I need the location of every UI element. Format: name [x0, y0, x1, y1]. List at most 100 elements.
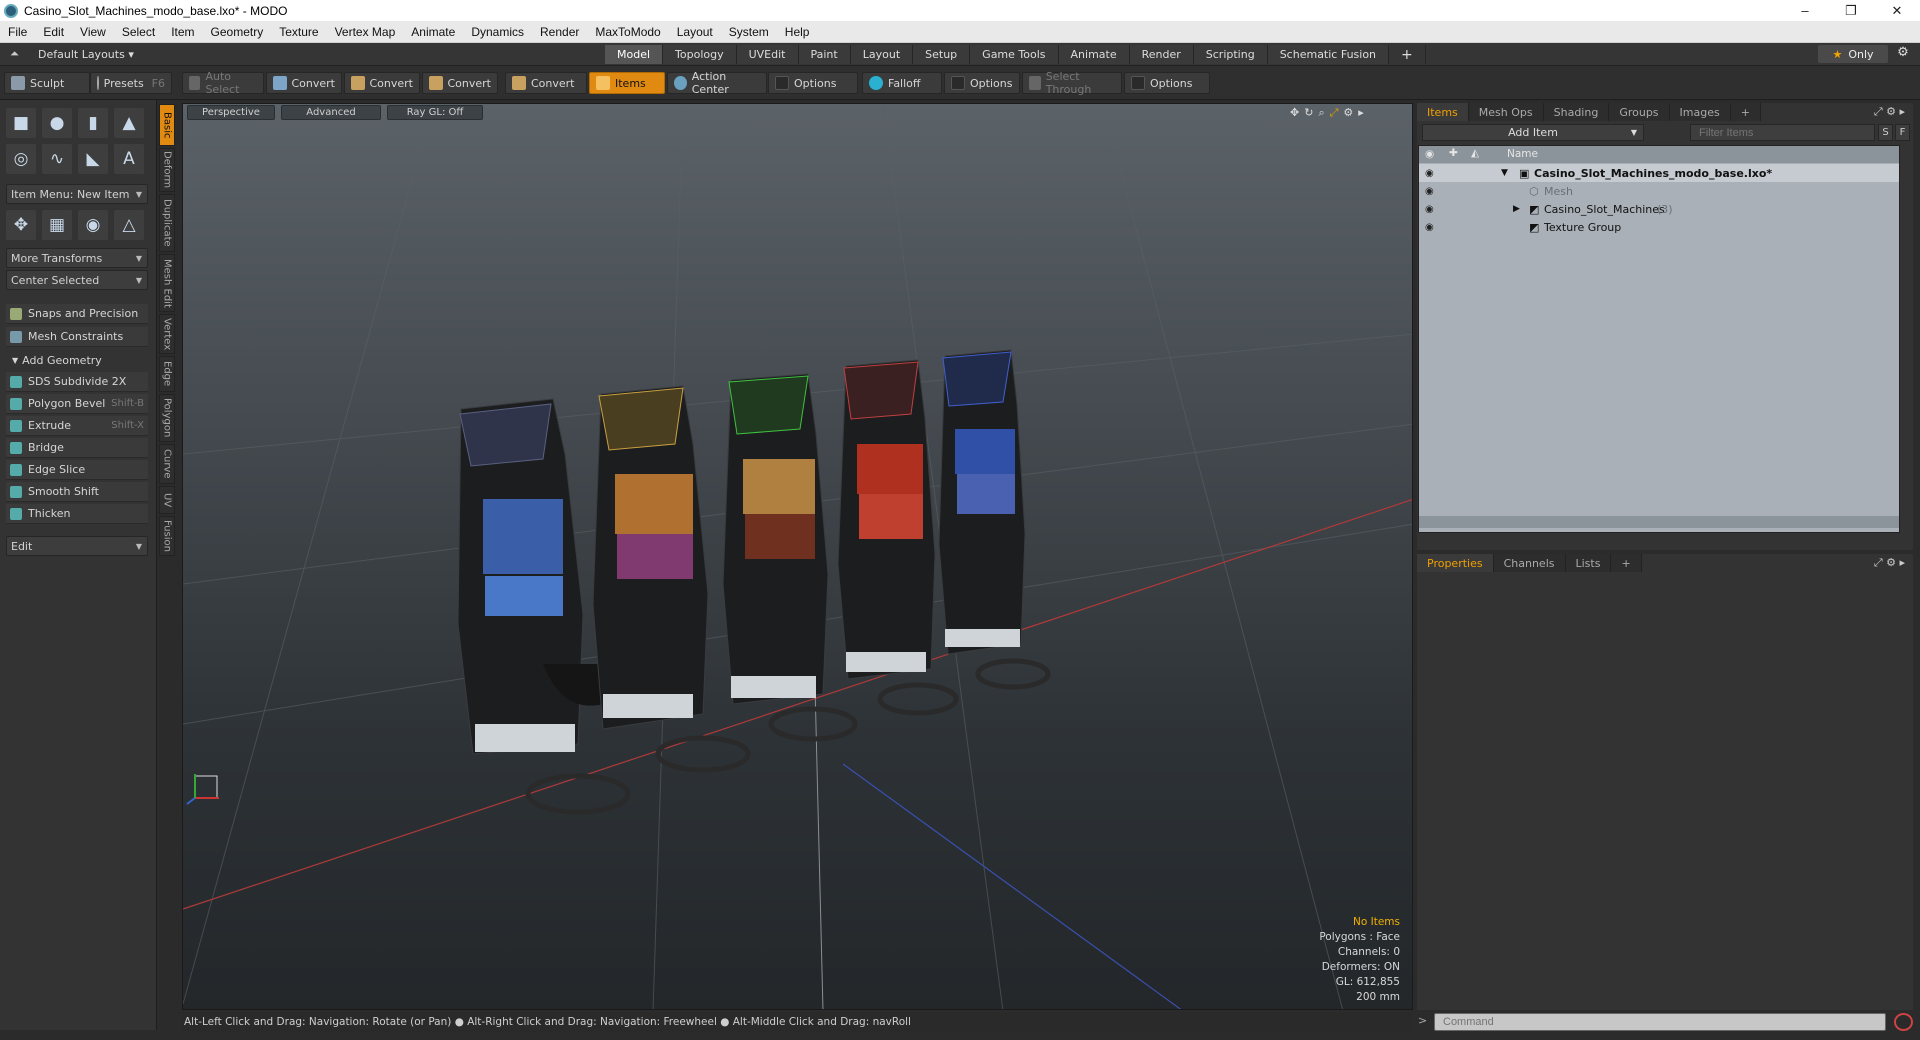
- tab-shading[interactable]: Shading: [1543, 103, 1610, 121]
- edit-dropdown[interactable]: Edit ▼: [6, 536, 148, 556]
- f-filter-button[interactable]: F: [1895, 124, 1910, 141]
- restore-button[interactable]: ❐: [1828, 0, 1874, 21]
- tab-groups[interactable]: Groups: [1609, 103, 1670, 121]
- vtab-deform[interactable]: Deform: [159, 148, 175, 192]
- tab-model[interactable]: Model: [605, 45, 664, 64]
- sphere-icon[interactable]: ●: [42, 108, 72, 138]
- vtab-polygon[interactable]: Polygon: [159, 394, 175, 442]
- grid-icon[interactable]: ▦: [42, 210, 72, 240]
- tab-uvedit[interactable]: UVEdit: [736, 45, 799, 64]
- fit-icon[interactable]: ⤢: [1330, 106, 1339, 120]
- menu-animate[interactable]: Animate: [403, 25, 463, 39]
- expand-arrow-icon[interactable]: ▶: [1513, 204, 1520, 214]
- command-input[interactable]: [1434, 1013, 1886, 1031]
- tab-topology[interactable]: Topology: [663, 45, 737, 64]
- pen-icon[interactable]: ◣: [78, 144, 108, 174]
- expand-arrow-icon[interactable]: ▼: [1501, 168, 1508, 178]
- edge-slice-button[interactable]: Edge Slice: [6, 460, 148, 480]
- vtab-uv[interactable]: UV: [159, 486, 175, 514]
- menu-edit[interactable]: Edit: [35, 25, 72, 39]
- extrude-button[interactable]: Extrude Shift-X: [6, 416, 148, 436]
- tab-setup[interactable]: Setup: [913, 45, 971, 64]
- menu-view[interactable]: View: [72, 25, 114, 39]
- select-through-options-button[interactable]: Options: [1124, 72, 1210, 94]
- filter-items-input[interactable]: [1690, 124, 1875, 141]
- vtab-curve[interactable]: Curve: [159, 444, 175, 484]
- item-menu-dropdown[interactable]: Item Menu: New Item ▼: [6, 184, 148, 204]
- minimize-button[interactable]: –: [1782, 0, 1828, 21]
- eye-icon[interactable]: ◉: [1425, 204, 1434, 215]
- advanced-button[interactable]: Advanced: [281, 105, 381, 120]
- polygon-bevel-button[interactable]: Polygon Bevel Shift-B: [6, 394, 148, 414]
- vtab-mesh-edit[interactable]: Mesh Edit: [159, 254, 175, 312]
- tab-layout[interactable]: Layout: [850, 45, 914, 64]
- add-panel-tab-icon[interactable]: +: [1730, 103, 1761, 121]
- items-mode-button[interactable]: Items: [589, 72, 665, 94]
- convert-items-button[interactable]: Convert: [505, 72, 587, 94]
- perspective-button[interactable]: Perspective: [187, 105, 275, 120]
- vtab-fusion[interactable]: Fusion: [159, 516, 175, 556]
- menu-system[interactable]: System: [721, 25, 777, 39]
- rotate-icon[interactable]: ↻: [1304, 106, 1313, 120]
- vtab-duplicate[interactable]: Duplicate: [159, 194, 175, 252]
- cylinder-icon[interactable]: ▮: [78, 108, 108, 138]
- tab-schematic-fusion[interactable]: Schematic Fusion: [1267, 45, 1390, 64]
- tab-lists[interactable]: Lists: [1565, 554, 1612, 572]
- transform-gizmo-icon[interactable]: ✥: [6, 210, 36, 240]
- eye-icon[interactable]: ◉: [1425, 186, 1434, 197]
- menu-dynamics[interactable]: Dynamics: [463, 25, 532, 39]
- globe-icon[interactable]: ◉: [78, 210, 108, 240]
- menu-geometry[interactable]: Geometry: [203, 25, 272, 39]
- falloff-options-button[interactable]: Options: [944, 72, 1020, 94]
- thicken-button[interactable]: Thicken: [6, 504, 148, 524]
- bridge-button[interactable]: Bridge: [6, 438, 148, 458]
- tab-animate[interactable]: Animate: [1058, 45, 1130, 64]
- only-button[interactable]: ★ Only: [1818, 45, 1888, 63]
- text-icon[interactable]: A: [114, 144, 144, 174]
- slot-machines-model[interactable]: [457, 349, 1051, 815]
- tab-game-tools[interactable]: Game Tools: [970, 45, 1059, 64]
- falloff-button[interactable]: Falloff: [862, 72, 942, 94]
- viewport-gear-icon[interactable]: ⚙: [1343, 106, 1353, 120]
- eye-icon[interactable]: ◉: [1425, 222, 1434, 233]
- s-filter-button[interactable]: S: [1878, 124, 1893, 141]
- smooth-shift-button[interactable]: Smooth Shift: [6, 482, 148, 502]
- menu-item[interactable]: Item: [163, 25, 202, 39]
- layout-collapse-icon[interactable]: ⏶: [10, 47, 19, 61]
- action-center-button[interactable]: Action Center: [667, 70, 767, 96]
- add-item-dropdown[interactable]: Add Item ▼: [1422, 124, 1644, 141]
- vtab-basic[interactable]: Basic: [159, 104, 175, 146]
- auto-select-button[interactable]: Auto Select: [182, 70, 264, 96]
- menu-layout[interactable]: Layout: [669, 25, 721, 39]
- convert-edges-button[interactable]: Convert: [344, 72, 420, 94]
- sds-subdivide-button[interactable]: SDS Subdivide 2X: [6, 372, 148, 392]
- cone-icon[interactable]: ▲: [114, 108, 144, 138]
- tab-channels[interactable]: Channels: [1493, 554, 1566, 572]
- item-row-casino-slot-machines[interactable]: ◉ ▶ ◩ Casino_Slot_Machines (3): [1419, 200, 1899, 218]
- item-row-mesh[interactable]: ◉ ⬡ Mesh: [1419, 182, 1899, 200]
- horizontal-scrollbar[interactable]: [1419, 516, 1899, 528]
- presets-button[interactable]: Presets F6: [90, 72, 172, 94]
- action-center-options-button[interactable]: Options: [768, 72, 858, 94]
- properties-gear-icon[interactable]: ⤢ ⚙ ▸: [1874, 556, 1905, 570]
- layout-dropdown[interactable]: Default Layouts ▾: [0, 48, 190, 61]
- menu-vertex-map[interactable]: Vertex Map: [327, 25, 404, 39]
- center-selected-dropdown[interactable]: Center Selected ▼: [6, 270, 148, 290]
- menu-maxtomodo[interactable]: MaxToModo: [587, 25, 668, 39]
- menu-select[interactable]: Select: [114, 25, 163, 39]
- tube-icon[interactable]: ∿: [42, 144, 72, 174]
- tab-mesh-ops[interactable]: Mesh Ops: [1468, 103, 1544, 121]
- pan-icon[interactable]: ✥: [1290, 106, 1299, 120]
- close-button[interactable]: ✕: [1874, 0, 1920, 21]
- item-row-scene[interactable]: ◉ ▼ ▣ Casino_Slot_Machines_modo_base.lxo…: [1419, 164, 1899, 182]
- convert-vertices-button[interactable]: Convert: [266, 72, 342, 94]
- item-row-texture-group[interactable]: ◉ ◩ Texture Group: [1419, 218, 1899, 236]
- menu-help[interactable]: Help: [777, 25, 818, 39]
- add-panel-tab-icon-2[interactable]: +: [1611, 554, 1642, 572]
- sculpt-button[interactable]: Sculpt: [4, 72, 90, 94]
- tab-scripting[interactable]: Scripting: [1193, 45, 1268, 64]
- select-through-button[interactable]: Select Through: [1022, 70, 1122, 96]
- tab-properties[interactable]: Properties: [1417, 554, 1494, 572]
- eye-icon[interactable]: ◉: [1425, 168, 1434, 179]
- 3d-viewport[interactable]: [182, 103, 1413, 1010]
